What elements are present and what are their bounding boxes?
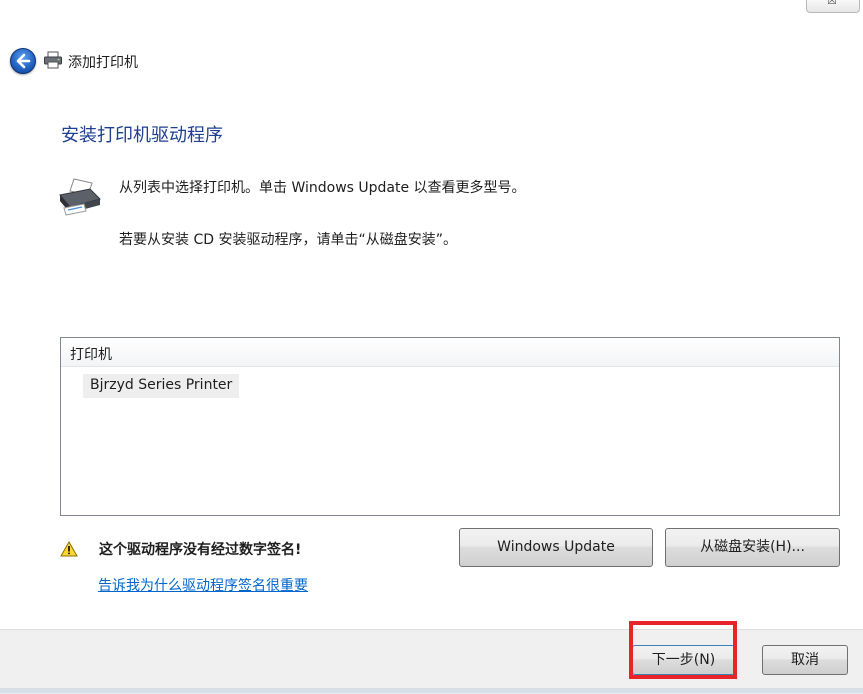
list-column-header[interactable]: 打印机 [61,338,839,367]
window-bottom-edge [0,688,863,693]
printer-icon [44,51,62,69]
printer-list[interactable]: 打印机 Bjrzyd Series Printer [60,337,840,516]
printer-icon [59,178,101,216]
column-header-label: 打印机 [70,347,112,363]
back-arrow-icon [16,53,31,69]
list-item[interactable]: Bjrzyd Series Printer [83,374,240,398]
instruction-text: 从列表中选择打印机。单击 Windows Update 以查看更多型号。 [119,180,526,196]
close-icon: ☒ [827,0,837,7]
unsigned-driver-warning: 这个驱动程序没有经过数字签名! [99,542,302,558]
back-button[interactable] [10,48,36,74]
have-disk-button[interactable]: 从磁盘安装(H)... [665,528,840,567]
windows-update-button[interactable]: Windows Update [459,528,653,567]
cancel-button[interactable]: 取消 [762,645,848,675]
page-title: 安装打印机驱动程序 [61,125,223,146]
next-button[interactable]: 下一步(N) [632,645,735,675]
window-close-button[interactable]: ☒ [806,0,860,13]
driver-signing-help-link[interactable]: 告诉我为什么驱动程序签名很重要 [98,575,308,595]
warning-icon [60,541,78,557]
window-title: 添加打印机 [68,55,138,71]
instruction-text-cd: 若要从安装 CD 安装驱动程序，请单击“从磁盘安装”。 [119,232,457,248]
